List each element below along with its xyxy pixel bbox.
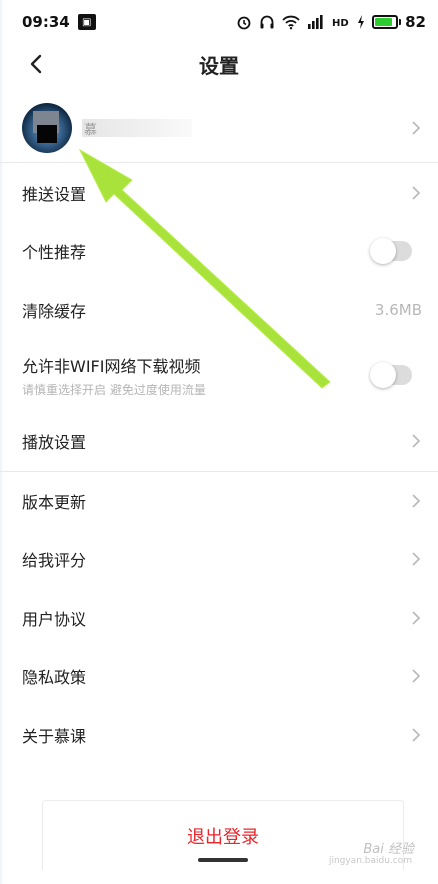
wifi-icon [282, 15, 300, 30]
chevron-right-icon [408, 611, 422, 625]
privacy-policy-label: 隐私政策 [22, 668, 87, 687]
username: 慕 [82, 119, 192, 138]
logout-label: 退出登录 [187, 826, 259, 848]
cache-size: 3.6MB [374, 301, 422, 319]
playback-settings-row[interactable]: 播放设置 [0, 412, 438, 470]
push-settings-row[interactable]: 推送设置 [0, 164, 438, 222]
nav-bar: 设置 [0, 44, 438, 84]
battery-icon [372, 15, 399, 29]
non-wifi-download-toggle[interactable] [370, 362, 412, 388]
charging-icon [358, 15, 365, 29]
battery-level: 82 [405, 13, 426, 31]
watermark: Bai 经验 [363, 842, 414, 857]
personal-recommend-label: 个性推荐 [22, 243, 87, 262]
user-agreement-label: 用户协议 [22, 610, 87, 629]
avatar [22, 103, 72, 153]
non-wifi-download-label: 允许非WIFI网络下载视频 [22, 356, 201, 376]
battery-indicator: 82 [372, 13, 426, 31]
chevron-left-icon [30, 54, 42, 74]
chevron-right-icon [408, 669, 422, 683]
hd-signal-icon: HD [332, 18, 349, 29]
chevron-right-icon [408, 121, 422, 135]
status-time: 09:34 [22, 13, 70, 31]
chevron-right-icon [408, 434, 422, 448]
svg-text:HD: HD [332, 18, 349, 29]
clear-cache-label: 清除缓存 [22, 302, 87, 321]
push-settings-label: 推送设置 [22, 185, 87, 204]
personal-recommend-row: 个性推荐 [0, 222, 438, 280]
alarm-icon [237, 16, 251, 30]
chevron-right-icon [408, 494, 422, 508]
non-wifi-download-row: 允许非WIFI网络下载视频 请慎重选择开启 避免过度使用流量 [0, 340, 438, 410]
chevron-right-icon [408, 186, 422, 200]
privacy-policy-row[interactable]: 隐私政策 [0, 647, 438, 705]
clear-cache-row[interactable]: 清除缓存 3.6MB [0, 281, 438, 339]
about-row[interactable]: 关于慕课 [0, 706, 438, 764]
user-agreement-row[interactable]: 用户协议 [0, 589, 438, 647]
playback-settings-label: 播放设置 [22, 433, 87, 452]
back-button[interactable] [22, 50, 50, 78]
version-update-label: 版本更新 [22, 493, 87, 512]
divider [0, 162, 438, 163]
page-title: 设置 [199, 53, 239, 78]
signal-icon [308, 15, 323, 29]
watermark-url: jingyan.baidu.com [328, 856, 412, 866]
chevron-right-icon [408, 552, 422, 566]
notification-app-icon: ▣ [77, 14, 96, 30]
home-indicator[interactable] [198, 858, 248, 862]
rate-me-row[interactable]: 给我评分 [0, 530, 438, 588]
personal-recommend-toggle[interactable] [370, 238, 412, 264]
non-wifi-download-hint: 请慎重选择开启 避免过度使用流量 [22, 382, 206, 397]
status-bar: 09:34 ▣ HD 82 [0, 0, 438, 44]
rate-me-label: 给我评分 [22, 551, 87, 570]
headphones-icon [260, 15, 274, 29]
chevron-right-icon [408, 728, 422, 742]
about-label: 关于慕课 [22, 727, 87, 746]
status-icons: HD 82 [236, 13, 426, 31]
version-update-row[interactable]: 版本更新 [0, 472, 438, 530]
profile-row[interactable]: 慕 [0, 94, 438, 162]
